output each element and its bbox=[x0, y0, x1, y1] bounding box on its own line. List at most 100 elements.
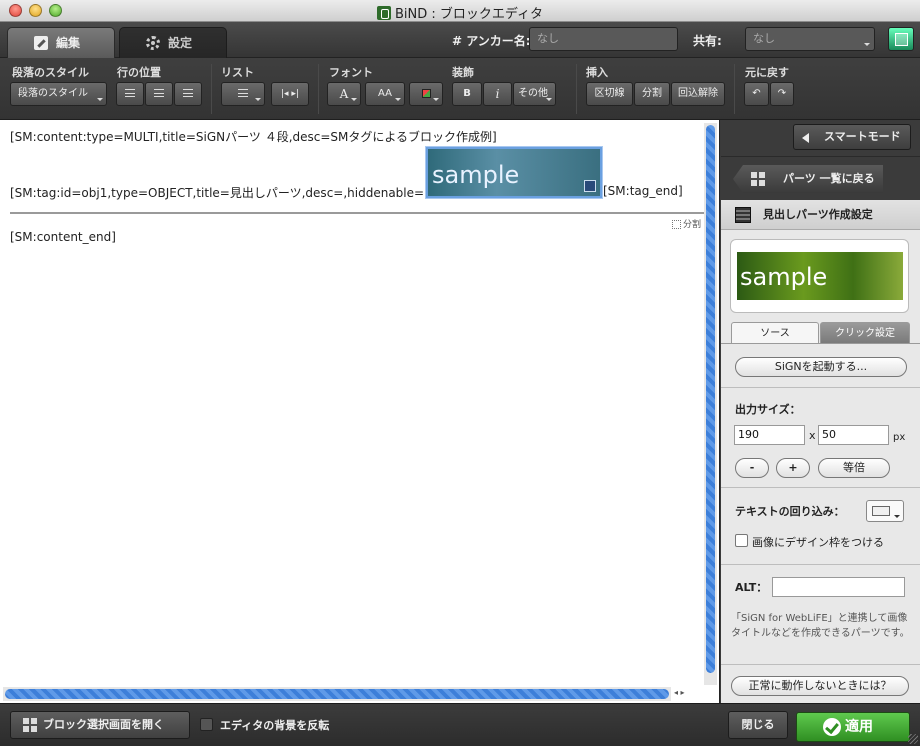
edit-badge-icon bbox=[584, 180, 596, 192]
parts-settings-header: 見出しパーツ作成設定 bbox=[721, 200, 920, 230]
wrap-mode-icon bbox=[872, 506, 890, 516]
bold-button[interactable]: B bbox=[452, 82, 482, 106]
troubleshoot-button[interactable]: 正常に動作しないときには？ bbox=[731, 676, 909, 696]
smart-mode-label: スマートモード bbox=[824, 130, 901, 143]
design-frame-label: 画像にデザイン枠をつける bbox=[752, 536, 884, 549]
panel-divider bbox=[721, 487, 920, 488]
tab-edit[interactable]: 編集 bbox=[7, 27, 115, 58]
invert-bg-label: エディタの背景を反転 bbox=[220, 719, 330, 732]
back-to-parts-list-button[interactable]: パーツ 一覧に戻る bbox=[733, 165, 883, 193]
check-icon bbox=[823, 718, 841, 736]
undo-button[interactable]: ↶ bbox=[744, 82, 769, 106]
paragraph-style-dropdown[interactable]: 段落のスタイル bbox=[10, 82, 107, 106]
vertical-scroll-thumb[interactable] bbox=[706, 125, 715, 673]
align-right-button[interactable] bbox=[174, 82, 202, 106]
anchor-name-label: # アンカー名: bbox=[452, 34, 531, 48]
redo-button[interactable]: ↷ bbox=[770, 82, 794, 106]
list-dropdown[interactable] bbox=[221, 82, 265, 106]
decoration-label: 装飾 bbox=[452, 66, 474, 79]
invert-bg-checkbox[interactable] bbox=[200, 718, 213, 731]
size-unit: px bbox=[893, 432, 906, 443]
horizontal-scrollbar[interactable] bbox=[3, 687, 671, 701]
text-wrap-dropdown[interactable] bbox=[866, 500, 904, 522]
editor-line-content-start[interactable]: [SM:content:type=MULTI,title=SiGNパーツ ４段,… bbox=[10, 128, 497, 145]
align-left-icon bbox=[125, 89, 135, 97]
scroll-arrows[interactable]: ◂ ▸ bbox=[674, 688, 685, 697]
sample-image-text: sample bbox=[432, 161, 520, 189]
chevron-down-icon bbox=[255, 98, 261, 101]
toolbar-divider bbox=[318, 64, 319, 114]
wrap-release-button[interactable]: 回込解除 bbox=[671, 82, 725, 106]
apply-button[interactable]: 適用 bbox=[796, 712, 910, 742]
window-title-wrap: BiND : ブロックエディタ bbox=[0, 3, 920, 22]
tab-settings[interactable]: 設定 bbox=[119, 27, 227, 58]
design-frame-checkbox[interactable] bbox=[735, 534, 748, 547]
align-left-button[interactable] bbox=[116, 82, 144, 106]
size-separator: x bbox=[809, 429, 816, 442]
editor-line-content-end[interactable]: [SM:content_end] bbox=[10, 230, 116, 244]
insert-label: 挿入 bbox=[586, 66, 608, 79]
font-color-dropdown[interactable] bbox=[409, 82, 443, 106]
output-width-input[interactable]: 190 bbox=[734, 425, 805, 445]
resize-grip-icon[interactable] bbox=[908, 734, 918, 744]
chevron-down-icon bbox=[395, 98, 401, 101]
tab-source[interactable]: ソース bbox=[731, 322, 819, 343]
list-label: リスト bbox=[221, 66, 254, 79]
font-size-dropdown[interactable]: A bbox=[327, 82, 361, 106]
grid-icon bbox=[23, 718, 37, 732]
size-minus-button[interactable]: - bbox=[735, 458, 769, 478]
anchor-name-field[interactable]: なし bbox=[529, 27, 678, 51]
other-decoration-label: その他 bbox=[518, 88, 548, 99]
chevron-down-icon bbox=[433, 98, 439, 101]
indent-button[interactable]: |◂ ▸| bbox=[271, 82, 309, 106]
font-case-dropdown[interactable]: AA bbox=[365, 82, 405, 106]
editor-line-tag[interactable]: [SM:tag:id=obj1,type=OBJECT,title=見出しパーツ… bbox=[10, 184, 436, 201]
paragraph-style-label: 段落のスタイル bbox=[12, 66, 89, 79]
close-button[interactable]: 閉じる bbox=[728, 711, 788, 739]
list-icon bbox=[238, 89, 248, 97]
align-center-button[interactable] bbox=[145, 82, 173, 106]
font-label: フォント bbox=[329, 66, 373, 79]
launch-sign-button[interactable]: SiGNを起動する... bbox=[735, 357, 907, 377]
horizontal-scroll-thumb[interactable] bbox=[5, 689, 669, 699]
text-wrap-label: テキストの回り込み： bbox=[735, 505, 845, 518]
smart-mode-button[interactable]: スマートモード bbox=[793, 124, 911, 150]
chevron-down-icon bbox=[864, 43, 870, 46]
divider-rule bbox=[10, 212, 704, 214]
book-icon bbox=[895, 33, 908, 46]
open-block-select-button[interactable]: ブロック選択画面を開く bbox=[10, 711, 190, 739]
parts-preview: sample bbox=[730, 239, 909, 313]
preview-image-text: sample bbox=[740, 263, 828, 291]
pencil-icon bbox=[34, 36, 48, 50]
alt-input[interactable] bbox=[772, 577, 905, 597]
editor-line-tag-end[interactable]: [SM:tag_end] bbox=[603, 184, 683, 198]
italic-button[interactable]: i bbox=[483, 82, 512, 106]
parts-settings-panel: スマートモード パーツ 一覧に戻る 見出しパーツ作成設定 sample ソース … bbox=[721, 120, 920, 703]
toolbar-divider bbox=[576, 64, 577, 114]
grid-icon bbox=[751, 172, 765, 186]
alt-label: ALT： bbox=[735, 581, 768, 594]
help-book-button[interactable] bbox=[888, 27, 914, 51]
line-position-label: 行の位置 bbox=[117, 66, 161, 79]
share-select[interactable]: なし bbox=[745, 27, 875, 51]
other-decoration-dropdown[interactable]: その他 bbox=[513, 82, 556, 106]
window-title: BiND : ブロックエディタ bbox=[395, 7, 543, 22]
parts-description: 「SiGN for WebLiFE」と連携して画像タイトルなどを作成できるパーツ… bbox=[731, 613, 910, 639]
vertical-scrollbar[interactable] bbox=[704, 123, 717, 685]
size-actual-button[interactable]: 等倍 bbox=[818, 458, 890, 478]
sample-image-object[interactable]: sample bbox=[426, 147, 602, 198]
window-titlebar: BiND : ブロックエディタ bbox=[0, 0, 920, 22]
split-marker: 分割 bbox=[672, 217, 701, 230]
share-select-value: なし bbox=[753, 32, 775, 45]
tab-click-settings[interactable]: クリック設定 bbox=[820, 322, 910, 343]
tab-edit-label: 編集 bbox=[56, 36, 81, 50]
insert-divider-button[interactable]: 区切線 bbox=[586, 82, 633, 106]
chevron-down-icon bbox=[351, 98, 357, 101]
film-icon bbox=[735, 207, 751, 223]
tab-settings-label: 設定 bbox=[168, 36, 193, 50]
insert-split-button[interactable]: 分割 bbox=[634, 82, 670, 106]
editor-canvas[interactable] bbox=[0, 120, 720, 703]
size-plus-button[interactable]: + bbox=[776, 458, 810, 478]
chevron-down-icon bbox=[546, 98, 552, 101]
output-height-input[interactable]: 50 bbox=[818, 425, 889, 445]
